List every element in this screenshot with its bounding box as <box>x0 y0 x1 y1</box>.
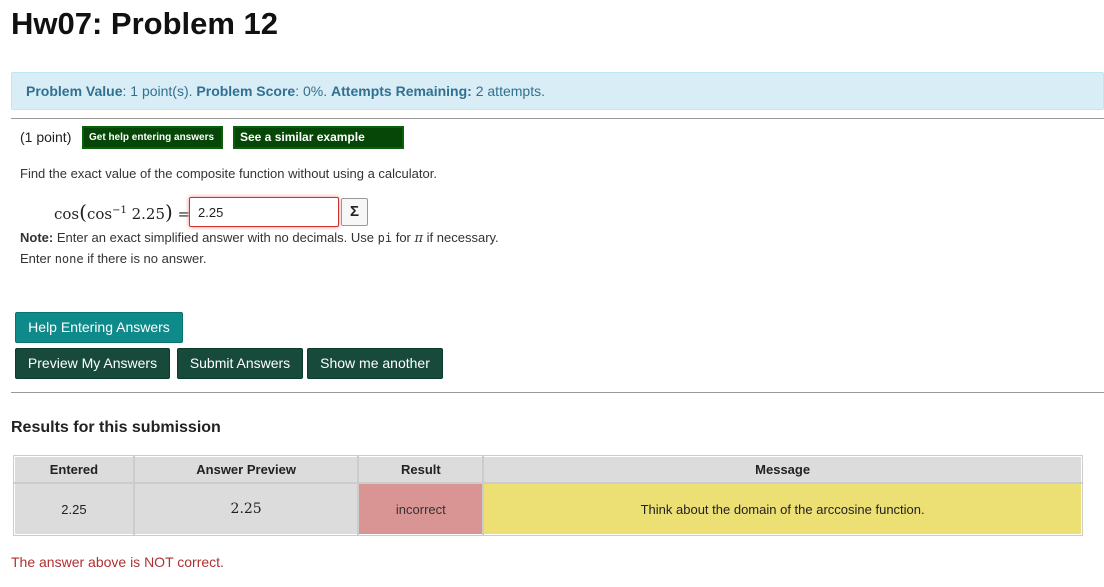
page-title: Hw07: Problem 12 <box>11 6 279 41</box>
note-text-1: Enter an exact simplified answer with no… <box>53 230 378 245</box>
math-open-paren: ( <box>79 200 87 224</box>
divider-top <box>11 118 1104 119</box>
points-label: (1 point) <box>20 129 72 145</box>
note-text: Note: Enter an exact simplified answer w… <box>20 230 499 246</box>
results-title: Results for this submission <box>11 419 221 436</box>
problem-score-label: Problem Score <box>196 83 296 99</box>
none-instruction: Enter none if there is no answer. <box>20 251 206 266</box>
math-close-paren: ) <box>165 200 173 224</box>
get-help-button[interactable]: Get help entering answers <box>82 126 223 149</box>
header-answer-preview: Answer Preview <box>132 455 360 484</box>
cell-answer-preview: 2.25 <box>132 482 360 536</box>
note-text-3: if necessary. <box>423 230 499 245</box>
show-another-button[interactable]: Show me another <box>307 348 443 379</box>
similar-example-button[interactable]: See a similar example (.PDF) <box>233 126 404 163</box>
status-message: The answer above is NOT correct. <box>11 554 224 570</box>
header-result: Result <box>357 455 485 484</box>
problem-prompt: Find the exact value of the composite fu… <box>20 166 437 181</box>
enter-text-2: if there is no answer. <box>83 251 207 266</box>
answer-input[interactable] <box>189 197 339 227</box>
cell-message: Think about the domain of the arccosine … <box>482 482 1083 536</box>
results-table: Entered Answer Preview Result Message 2.… <box>13 455 1083 536</box>
problem-value-text: : 1 point(s). <box>122 83 197 99</box>
math-expression: cos(cos−1 2.25) = <box>54 200 190 224</box>
math-inverse: −1 <box>112 205 127 216</box>
note-label: Note: <box>20 230 54 245</box>
note-text-2: for <box>392 230 415 245</box>
enter-none-code: none <box>54 252 84 266</box>
enter-text-1: Enter <box>20 251 55 266</box>
math-arg: 2.25 <box>126 205 166 223</box>
problem-info-bar: Problem Value: 1 point(s). Problem Score… <box>11 72 1104 110</box>
cell-entered: 2.25 <box>13 482 135 536</box>
cell-result: incorrect <box>357 482 485 536</box>
note-pi-symbol: π <box>414 231 424 246</box>
submit-answers-button[interactable]: Submit Answers <box>177 348 303 379</box>
help-entering-answers-button[interactable]: Help Entering Answers <box>15 312 183 343</box>
header-entered: Entered <box>13 455 135 484</box>
sigma-icon[interactable]: Σ <box>341 198 368 226</box>
math-inner-cos: cos <box>86 205 113 223</box>
header-message: Message <box>482 455 1083 484</box>
attempts-remaining-text: 2 attempts. <box>471 83 545 99</box>
problem-value-label: Problem Value <box>26 83 123 99</box>
problem-score-text: : 0%. <box>295 83 332 99</box>
results-header-row: Entered Answer Preview Result Message <box>13 455 1083 484</box>
attempts-remaining-label: Attempts Remaining: <box>331 83 472 99</box>
note-pi-code: pi <box>377 231 393 245</box>
table-row: 2.25 2.25 incorrect Think about the doma… <box>13 482 1083 536</box>
divider-bottom <box>11 392 1104 393</box>
math-equals: = <box>172 205 191 223</box>
math-cos: cos <box>54 205 80 223</box>
preview-answers-button[interactable]: Preview My Answers <box>15 348 170 379</box>
